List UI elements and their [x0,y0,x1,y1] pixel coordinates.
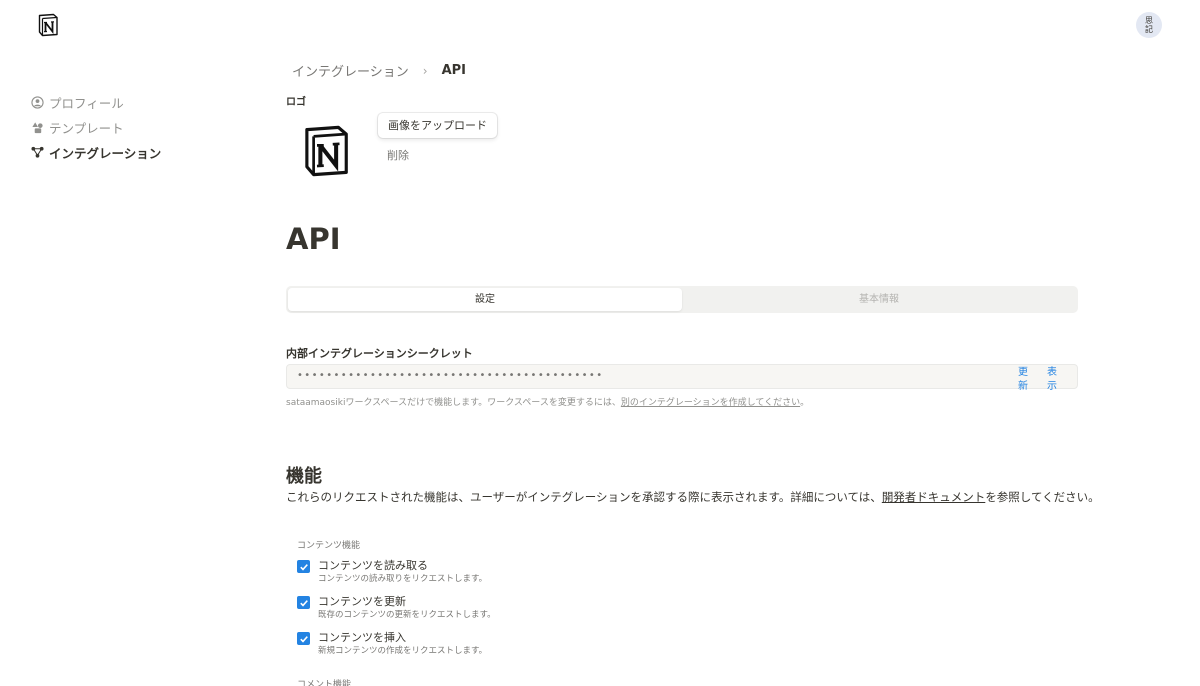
secret-label: 内部インテグレーションシークレット [286,347,473,360]
permission-insert-content: コンテンツを挿入 新規コンテンツの作成をリクエストします。 [297,630,487,657]
developer-docs-link[interactable]: 開発者ドキュメント [882,490,986,504]
show-label-line-2: 示 [1047,381,1057,392]
permission-read-content: コンテンツを読み取る コンテンツの読み取りをリクエストします。 [297,558,487,585]
avatar-char-2: 記 [1145,25,1153,34]
insert-content-checkbox[interactable] [297,632,310,645]
check-icon [299,635,308,643]
refresh-label-line-1: 更 [1018,367,1028,378]
tab-settings[interactable]: 設定 [288,288,682,311]
capabilities-desc-suffix: を参照してください。 [985,490,1100,504]
tab-basic-info[interactable]: 基本情報 [682,288,1076,311]
sidebar-item-integrations[interactable]: インテグレーション [31,140,231,165]
show-secret-button[interactable]: 表 示 [1046,366,1058,394]
content-capabilities-label: コンテンツ機能 [297,541,361,551]
shapes-icon [32,122,43,134]
permission-text: コンテンツを読み取る コンテンツの読み取りをリクエストします。 [318,558,487,585]
create-another-integration-link[interactable]: 別のインテグレーションを作成してください [621,398,800,408]
capabilities-description: これらのリクエストされた機能は、ユーザーがインテグレーションを承認する際に表示さ… [286,489,1100,505]
breadcrumb-current: API [441,63,466,78]
permission-title: コンテンツを読み取る [318,559,428,572]
secret-note-prefix: sataamaosikiワークスペースだけで機能します。ワークスペースを変更する… [286,398,621,408]
permission-update-content: コンテンツを更新 既存のコンテンツの更新をリクエストします。 [297,594,496,621]
permission-title: コンテンツを挿入 [318,631,406,644]
permission-title: コンテンツを更新 [318,595,406,608]
read-content-checkbox[interactable] [297,560,310,573]
check-icon [299,599,308,607]
check-icon [299,563,308,571]
logo-section-label: ロゴ [286,97,306,108]
sidebar-item-templates[interactable]: テンプレート [31,115,231,140]
permission-description: 既存のコンテンツの更新をリクエストします。 [318,610,496,620]
upload-image-button[interactable]: 画像をアップロード [378,113,497,138]
capabilities-heading: 機能 [286,466,322,487]
secret-field[interactable]: ••••••••••••••••••••••••••••••••••••••••… [286,364,1078,392]
comment-capabilities-label: コメント機能 [297,680,352,686]
user-avatar[interactable]: 思 記 [1136,12,1162,38]
show-label-line-1: 表 [1047,367,1057,378]
permission-text: コンテンツを更新 既存のコンテンツの更新をリクエストします。 [318,594,496,621]
refresh-label-line-2: 新 [1018,381,1028,392]
chevron-right-icon: › [422,63,428,78]
capabilities-desc-prefix: これらのリクエストされた機能は、ユーザーがインテグレーションを承認する際に表示さ… [286,490,882,504]
person-circle-icon [31,96,44,109]
settings-tabs: 設定 基本情報 [286,286,1078,313]
sidebar-item-label: テンプレート [49,121,124,136]
secret-masked-value: ••••••••••••••••••••••••••••••••••••••••… [297,370,604,381]
secret-note: sataamaosikiワークスペースだけで機能します。ワークスペースを変更する… [286,395,809,408]
sidebar-item-profile[interactable]: プロフィール [31,90,231,115]
breadcrumb-integrations-link[interactable]: インテグレーション [292,61,409,80]
sidebar-item-label: インテグレーション [49,146,162,161]
integration-logo-image [305,125,348,177]
refresh-secret-button[interactable]: 更 新 [1017,366,1029,394]
permission-description: コンテンツの読み取りをリクエストします。 [318,574,488,584]
avatar-char-1: 思 [1145,16,1153,25]
permission-text: コンテンツを挿入 新規コンテンツの作成をリクエストします。 [318,630,487,657]
sidebar-item-label: プロフィール [49,96,124,111]
settings-sidebar: プロフィール テンプレート インテグレーション [31,90,231,165]
integration-nodes-icon [31,146,44,158]
update-content-checkbox[interactable] [297,596,310,609]
delete-logo-button[interactable]: 削除 [387,147,409,163]
permission-description: 新規コンテンツの作成をリクエストします。 [318,646,488,656]
notion-logo-icon[interactable] [36,13,60,37]
breadcrumb: インテグレーション › API [292,61,466,80]
page-title: API [286,222,341,256]
secret-note-suffix: 。 [800,398,810,408]
